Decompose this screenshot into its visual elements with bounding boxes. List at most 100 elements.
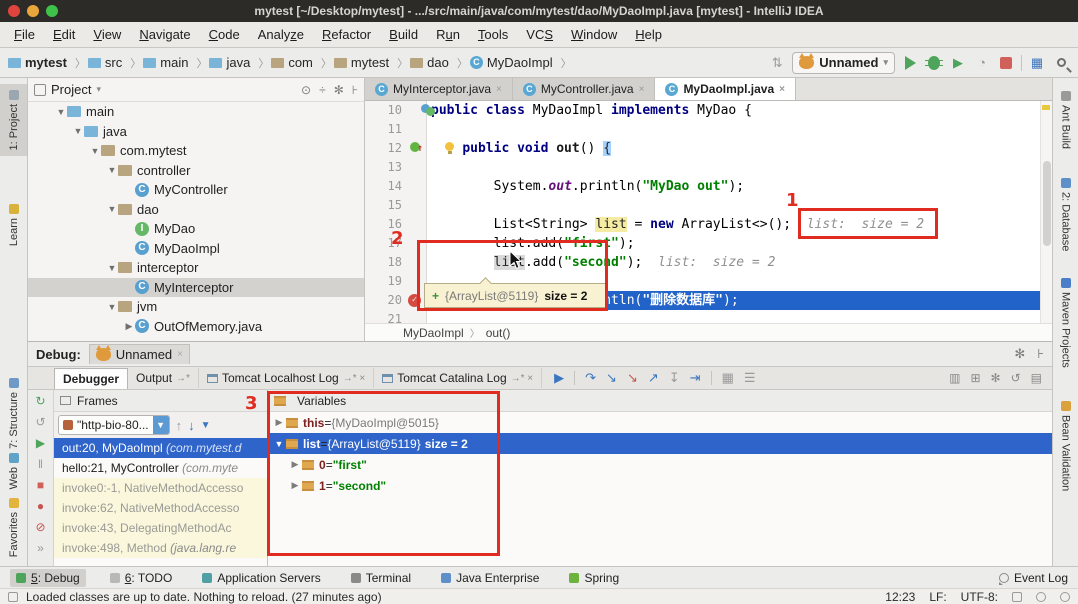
stripe-button-maven-projects[interactable]: Maven Projects [1053,273,1078,373]
close-icon[interactable] [8,5,20,17]
tool-button-application-servers[interactable]: Application Servers [196,569,326,587]
down-icon[interactable]: ↓ [188,418,195,433]
locate-icon[interactable]: ⊙ [301,83,311,97]
tree-arrow-icon[interactable]: ▼ [89,146,101,156]
step-out-icon[interactable]: ↗ [648,370,659,386]
pause-icon[interactable]: ‖ [38,457,43,471]
show-execution-point-icon[interactable]: ▶ [554,370,564,386]
run-config-select[interactable]: Unnamed ▾ [792,52,895,74]
mute-breakpoints-icon[interactable]: ⊘ [35,520,45,534]
tree-item-mydao[interactable]: IMyDao [28,219,364,239]
menu-item-code[interactable]: Code [201,24,248,45]
frame-row[interactable]: invoke:498, Method (java.lang.re [54,538,267,558]
menu-item-help[interactable]: Help [627,24,670,45]
scroll-thumb[interactable] [1043,161,1051,246]
code-line-16[interactable]: 16 List<String> list = new ArrayList<>()… [365,215,1052,234]
split-icon[interactable]: ÷ [319,83,326,97]
thread-dump-icon[interactable]: ▥ [949,371,960,385]
tree-item-outofmemory-java[interactable]: ▶COutOfMemory.java [28,317,364,337]
editor-tab-mydaoimpl-java[interactable]: CMyDaoImpl.java× [655,78,796,100]
breadcrumb-item[interactable]: CMyDaoImpl〉 [470,55,572,71]
tree-item-mydaoimpl[interactable]: CMyDaoImpl [28,239,364,259]
stop-icon[interactable]: ■ [37,478,44,492]
breadcrumb-item[interactable]: main〉 [143,55,207,71]
tool-button-terminal[interactable]: Terminal [345,569,417,587]
gutter-line-13[interactable]: 13 [365,158,427,177]
caret-position[interactable]: 12:23 [885,590,915,604]
stripe-button-2-database[interactable]: 2: Database [1053,173,1078,256]
chevron-down-icon[interactable]: ▾ [96,84,101,95]
step-into-icon[interactable]: ↘ [606,370,617,386]
chevron-down-icon[interactable]: ▼ [153,415,169,435]
gutter-line-14[interactable]: 14 [365,177,427,196]
event-log-button[interactable]: Event Log [999,571,1068,585]
code-line-21[interactable]: 21 [365,310,1052,323]
tool-button-5-debug[interactable]: 5: Debug [10,569,86,587]
close-icon[interactable]: × [177,349,183,360]
breadcrumb-item[interactable]: com〉 [271,55,332,71]
editor-breadcrumb-item[interactable]: MyDaoImpl [403,326,464,340]
tree-item-myinterceptor[interactable]: CMyInterceptor [28,278,364,298]
profile-button[interactable]: ◔ [973,54,991,72]
menu-item-tools[interactable]: Tools [470,24,516,45]
debug-tab-tomcat-catalina-log[interactable]: Tomcat Catalina Log→* × [374,368,542,388]
gear-icon[interactable]: ✻ [1014,346,1025,362]
grid-icon[interactable]: ▦ [1028,54,1046,72]
code-line-10[interactable]: 10public class MyDaoImpl implements MyDa… [365,101,1052,120]
frame-row[interactable]: invoke0:-1, NativeMethodAccesso [54,478,267,498]
hide-icon[interactable]: ⊦ [352,83,358,97]
debug-tab-output[interactable]: Output→* [128,368,199,388]
up-icon[interactable]: ↑ [176,418,183,433]
menu-item-view[interactable]: View [85,24,129,45]
menu-item-file[interactable]: File [6,24,43,45]
tree-item-controller[interactable]: ▼controller [28,161,364,181]
tree-item-main[interactable]: ▼main [28,102,364,122]
line-ending-indicator[interactable]: LF: [929,590,946,604]
debug-tab-debugger[interactable]: Debugger [54,368,128,389]
code-line-15[interactable]: 15 [365,196,1052,215]
project-tree[interactable]: ▼main▼java▼com.mytest▼controllerCMyContr… [28,102,364,336]
breadcrumb-item[interactable]: mytest〉 [334,55,408,71]
rerun-icon[interactable]: ↻ [35,394,45,408]
breadcrumb-item[interactable]: dao〉 [410,55,468,71]
implementing-method-icon[interactable] [410,142,420,152]
hector-icon[interactable] [1036,592,1046,602]
tree-arrow-icon[interactable]: ▼ [55,107,67,117]
tool-button-6-todo[interactable]: 6: TODO [104,569,179,587]
editor-scrollbar[interactable] [1040,101,1052,323]
gutter-line-21[interactable]: 21 [365,310,427,323]
editor-tab-mycontroller-java[interactable]: CMyController.java× [513,78,656,100]
tool-button-spring[interactable]: Spring [563,569,625,587]
breadcrumb-item[interactable]: src〉 [88,55,141,71]
menu-item-run[interactable]: Run [428,24,468,45]
tree-arrow-icon[interactable]: ▼ [106,263,118,273]
frame-row[interactable]: invoke:62, NativeMethodAccesso [54,498,267,518]
minimize-icon[interactable] [27,5,39,17]
menu-item-navigate[interactable]: Navigate [131,24,198,45]
console-icon[interactable]: ▤ [1031,371,1042,385]
lock-icon[interactable] [1012,592,1022,602]
tree-item-dao[interactable]: ▼dao [28,200,364,220]
dbg-settings-icon[interactable]: ✻ [991,371,1001,385]
tree-item-java[interactable]: ▼java [28,122,364,142]
tree-item-mycontroller[interactable]: CMyController [28,180,364,200]
frames-list[interactable]: out:20, MyDaoImpl (com.mytest.dhello:21,… [54,438,267,566]
tree-arrow-icon[interactable]: ▼ [106,302,118,312]
restore-layout-icon[interactable]: ⊞ [970,371,980,385]
gutter-line-15[interactable]: 15 [365,196,427,215]
code-line-14[interactable]: 14 System.out.println("MyDao out"); [365,177,1052,196]
close-icon[interactable]: × [496,84,502,95]
intention-bulb-icon[interactable] [445,142,454,151]
more-icon[interactable]: » [37,541,44,555]
gradle-icon[interactable] [1060,592,1070,602]
stop-button[interactable] [997,54,1015,72]
menu-item-window[interactable]: Window [563,24,625,45]
breadcrumb-item[interactable]: mytest〉 [8,55,86,71]
gutter-line-12[interactable]: 12 [365,139,427,158]
menu-item-build[interactable]: Build [381,24,426,45]
view-breakpoints-icon[interactable]: ● [37,499,44,513]
frame-row[interactable]: out:20, MyDaoImpl (com.mytest.d [54,438,267,458]
stripe-button-bean-validation[interactable]: Bean Validation [1053,396,1078,496]
stripe-button-favorites[interactable]: Favorites [0,493,27,562]
resume-icon[interactable]: ▶ [36,436,45,450]
